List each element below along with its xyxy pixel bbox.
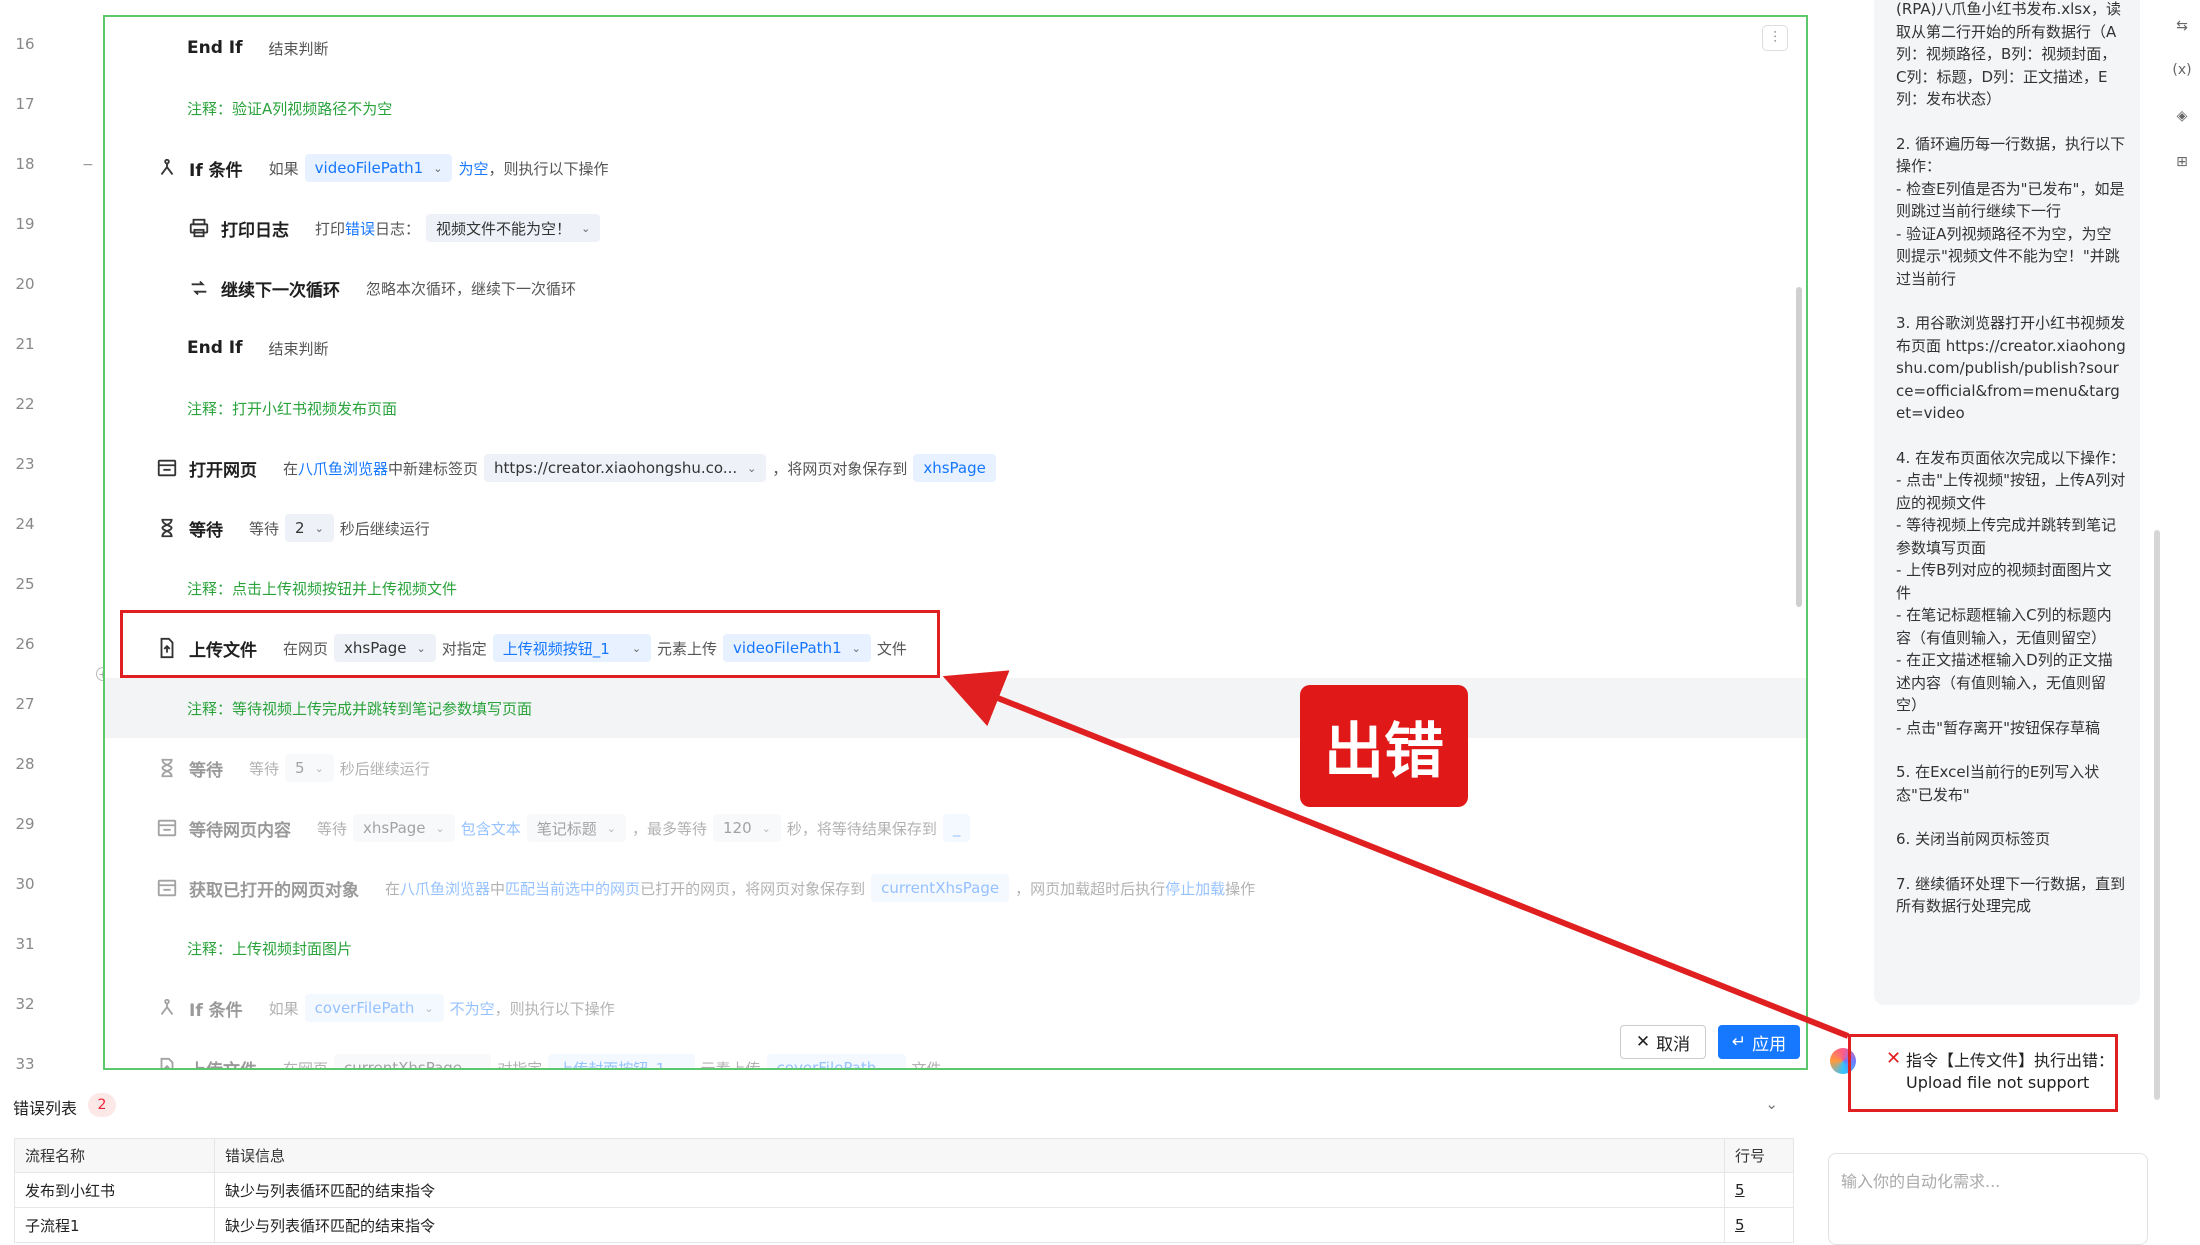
annotation-arrow xyxy=(942,670,1850,1039)
app-root: 16 17 18 − 19 20 21 22 23 24 25 26 27 28… xyxy=(0,0,2200,1245)
error-annotation-label: 出错 xyxy=(1300,685,1468,807)
